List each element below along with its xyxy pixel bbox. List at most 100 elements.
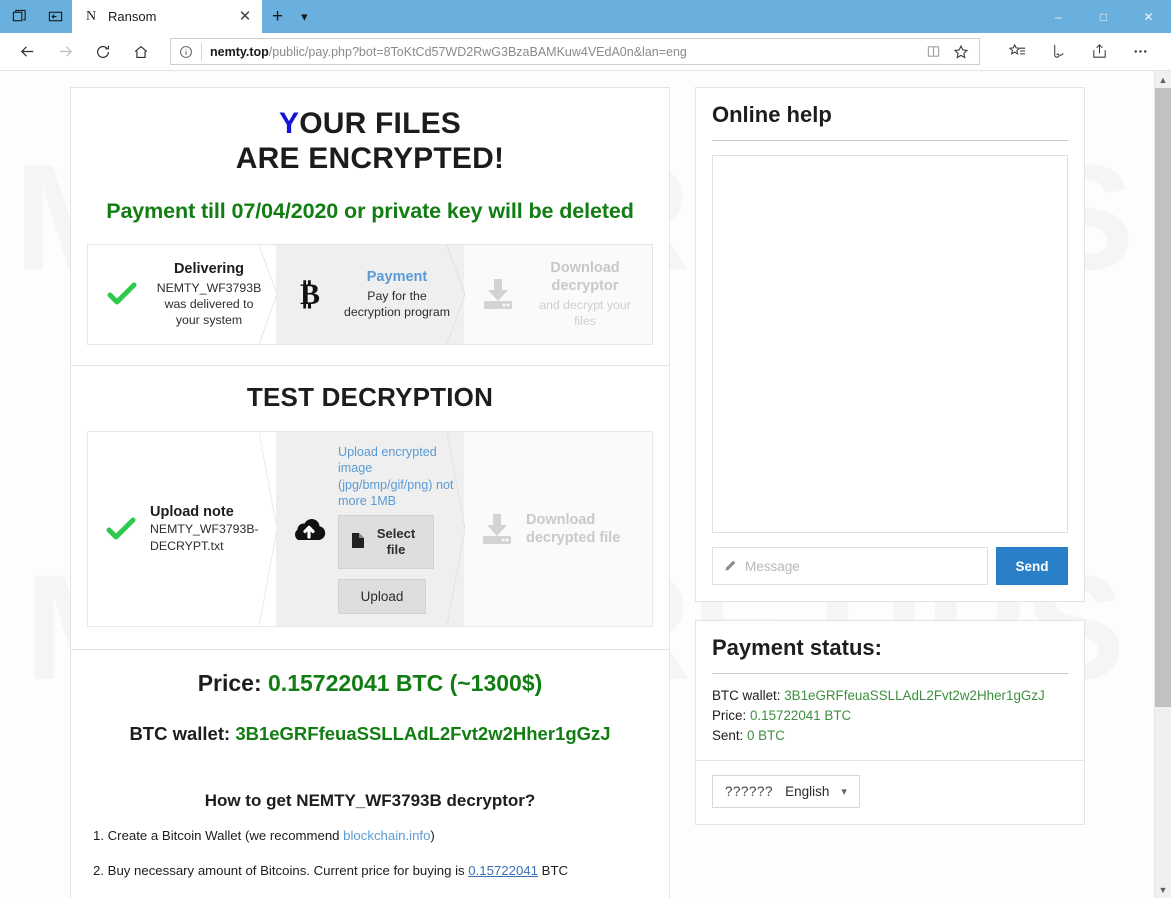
back-arrow-icon[interactable] [10,36,44,68]
step-title: Download decryptor [528,259,642,295]
upload-button[interactable]: Upload [338,579,426,614]
page-content: YOUR FILES ARE ENCRYPTED! Payment till 0… [0,71,1150,898]
chevron-down-icon[interactable]: ▾ [301,9,308,25]
pencil-icon [723,559,737,573]
tab-strip: N Ransom ✕ + ▾ – □ ✕ [0,0,1171,33]
progress-steps: Delivering NEMTY_WF3793B was delivered t… [87,244,653,345]
navigation-bar-right-actions [998,36,1159,68]
address-bar-actions [921,40,979,64]
language-selected: English [785,784,829,799]
tab-strip-left-controls [0,0,72,33]
status-price-line: Price: 0.15722041 BTC [712,706,1068,726]
file-icon [351,533,364,552]
instruction-prefix: 1. Create a Bitcoin Wallet (we recommend [93,828,343,843]
tab-strip-right-controls: + ▾ [262,0,308,33]
step-description: and decrypt your files [528,297,642,330]
forward-arrow-icon[interactable] [48,36,82,68]
maximize-button[interactable]: □ [1081,0,1126,33]
right-column: Online help [695,87,1085,898]
book-icon[interactable] [921,40,945,64]
message-input-wrapper[interactable] [712,547,988,585]
td-download-body: Download decrypted file [526,511,644,547]
chat-messages-area[interactable] [712,155,1068,533]
status-sent-value: 0 BTC [747,728,785,743]
chevron-up-icon[interactable]: ▲ [1155,71,1171,88]
howto-title: How to get NEMTY_WF3793B decryptor? [87,791,653,811]
td-step-title: Download decrypted file [526,511,644,547]
blockchain-link[interactable]: blockchain.info [343,828,430,843]
headline-section: YOUR FILES ARE ENCRYPTED! Payment till 0… [71,88,669,365]
page-scrollbar[interactable]: ▲ ▼ [1154,71,1171,898]
step-description: Pay for the decryption program [340,288,454,321]
browser-window: N Ransom ✕ + ▾ – □ ✕ [0,0,1171,898]
message-row: Send [712,547,1068,585]
title-first-letter: Y [279,107,299,140]
step-delivering: Delivering NEMTY_WF3793B was delivered t… [88,245,276,344]
payment-status-card: Payment status: BTC wallet: 3B1eGRFfeuaS… [695,620,1085,825]
status-price-label: Price: [712,708,750,723]
info-icon[interactable] [171,45,201,59]
page-viewport: MALWARETIPS MALWARETIPS YOUR FILES ARE E… [0,71,1171,898]
online-help-card: Online help [695,87,1085,602]
chevron-down-icon[interactable]: ▼ [1155,881,1171,898]
message-input[interactable] [745,559,977,574]
window-controls: – □ ✕ [1036,0,1171,33]
download-icon [478,277,518,311]
payment-status-footer: ?????? English ▾ [696,760,1084,824]
payment-status-body: Payment status: BTC wallet: 3B1eGRFfeuaS… [696,621,1084,760]
check-icon [102,281,142,307]
td-step-upload-image: Upload encrypted image (jpg/bmp/gif/png)… [276,432,464,626]
td-step-download-file: Download decrypted file [464,432,652,626]
price-line: Price: 0.15722041 BTC (~1300$) [87,670,653,697]
step-title: Delivering [152,260,266,278]
test-decryption-section: TEST DECRYPTION Upload n [71,366,669,649]
online-help-rule [712,140,1068,141]
online-help-title: Online help [712,102,1068,140]
tab-title: Ransom [108,9,226,24]
upload-instructions: Upload encrypted image (jpg/bmp/gif/png)… [338,444,456,509]
star-icon[interactable] [949,40,973,64]
price-label: Price: [198,670,262,696]
test-decryption-title: TEST DECRYPTION [87,382,653,413]
status-sent-line: Sent: 0 BTC [712,726,1068,746]
download-icon [476,512,518,546]
main-card: YOUR FILES ARE ENCRYPTED! Payment till 0… [70,87,670,898]
left-column: YOUR FILES ARE ENCRYPTED! Payment till 0… [70,87,670,898]
instructions-list: 1. Create a Bitcoin Wallet (we recommend… [87,827,653,898]
td-step-upload-note: Upload note NEMTY_WF3793B-DECRYPT.txt [88,432,276,626]
wallet-value: 3B1eGRFfeuaSSLLAdL2Fvt2w2Hher1gGzJ [235,723,610,744]
favorites-hub-icon[interactable] [998,36,1036,68]
chevron-down-icon: ▾ [841,785,847,798]
instruction-prefix: 2. Buy necessary amount of Bitcoins. Cur… [93,863,468,878]
tabs-you-set-aside-icon[interactable] [44,6,66,28]
url-host: nemty.top [210,45,269,59]
minimize-button[interactable]: – [1036,0,1081,33]
more-settings-icon[interactable] [1121,36,1159,68]
payment-status-title: Payment status: [712,635,1068,673]
price-link[interactable]: 0.15722041 [468,863,538,878]
send-button[interactable]: Send [996,547,1068,585]
select-file-button[interactable]: Select file [338,515,434,568]
instruction-suffix: BTC [538,863,568,878]
make-note-icon[interactable] [1039,36,1077,68]
home-icon[interactable] [124,36,158,68]
url-path: /public/pay.php?bot=8ToKtCd57WD2RwG3BzaB… [269,45,687,59]
refresh-icon[interactable] [86,36,120,68]
window-close-button[interactable]: ✕ [1126,0,1171,33]
scrollbar-thumb[interactable] [1155,88,1171,707]
address-bar[interactable]: nemty.top/public/pay.php?bot=8ToKtCd57WD… [170,38,980,65]
close-icon[interactable]: ✕ [236,8,254,26]
status-wallet-label: BTC wallet: [712,688,784,703]
step-payment: ₿ Payment Pay for the decryption program [276,245,464,344]
share-icon[interactable] [1080,36,1118,68]
language-selector[interactable]: ?????? English ▾ [712,775,860,808]
test-decryption-steps: Upload note NEMTY_WF3793B-DECRYPT.txt [87,431,653,627]
td-upload-note-body: Upload note NEMTY_WF3793B-DECRYPT.txt [150,503,268,554]
step-download-decryptor: Download decryptor and decrypt your file… [464,245,652,344]
show-tabs-aside-icon[interactable] [8,6,30,28]
new-tab-button[interactable]: + [272,7,283,26]
bitcoin-icon: ₿ [290,277,330,311]
price-section: Price: 0.15722041 BTC (~1300$) BTC walle… [71,650,669,898]
scrollbar-track[interactable] [1155,88,1171,881]
browser-tab[interactable]: N Ransom ✕ [72,0,262,33]
